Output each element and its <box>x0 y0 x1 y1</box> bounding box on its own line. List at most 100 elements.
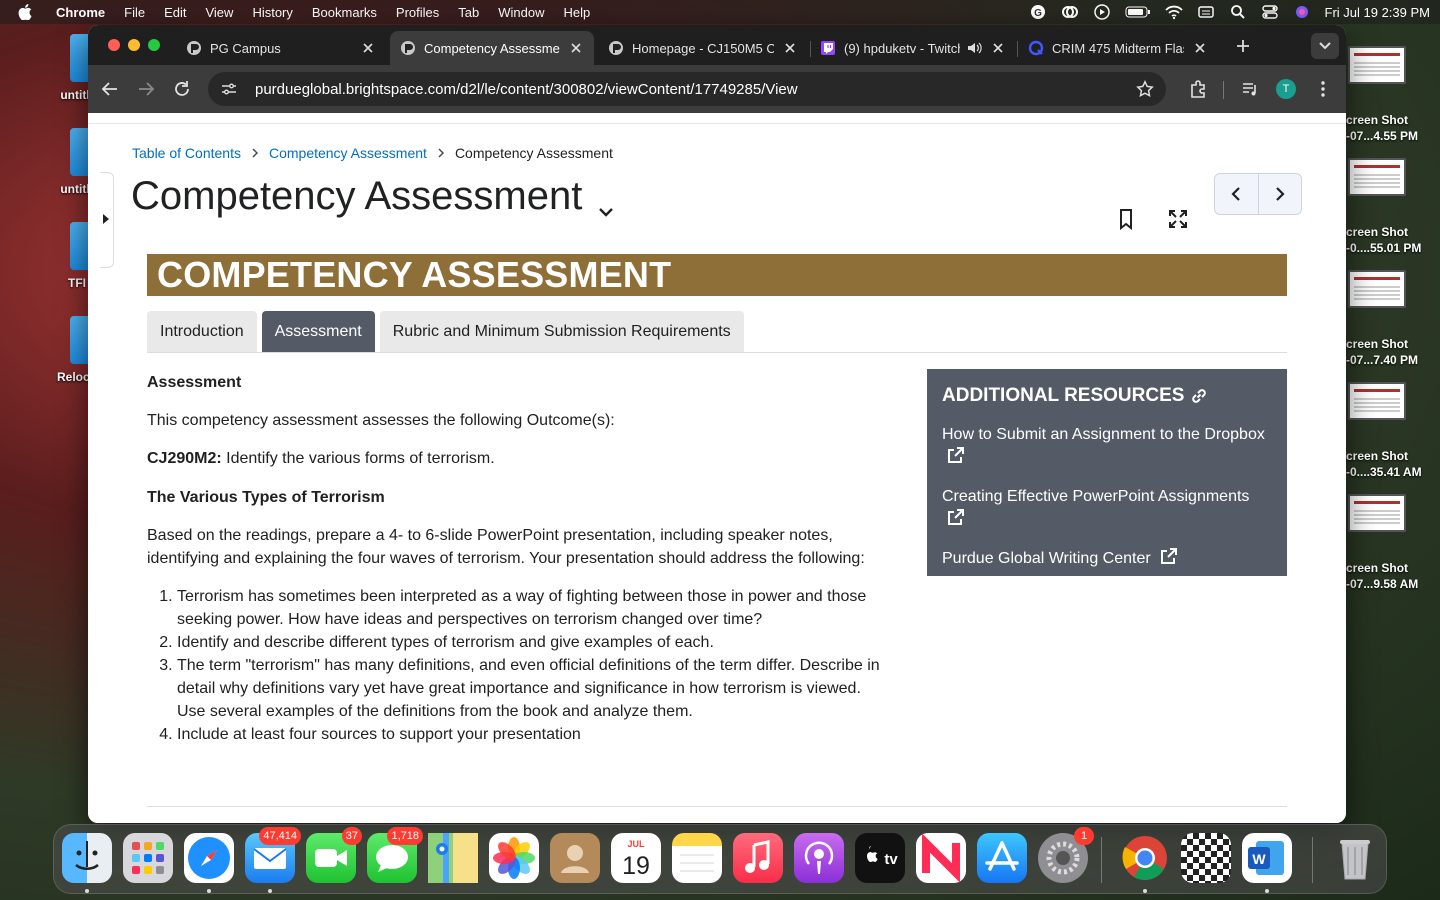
kebab-menu-icon[interactable] <box>1313 79 1333 99</box>
desktop-screenshot-file[interactable]: creen Shot -07...9.58 AM <box>1346 494 1440 592</box>
browser-tab-homepage[interactable]: Homepage - CJ150M5 C <box>598 31 808 65</box>
trash-icon[interactable] <box>1330 833 1380 883</box>
quizlet-favicon-icon <box>1028 40 1044 56</box>
close-tab-icon[interactable] <box>360 40 376 56</box>
play-icon[interactable] <box>1093 4 1111 20</box>
music-icon[interactable] <box>733 833 783 883</box>
minimize-window-button[interactable] <box>128 39 140 51</box>
menu-window[interactable]: Window <box>498 5 544 20</box>
wifi-icon[interactable] <box>1164 4 1183 20</box>
external-link-icon <box>1159 548 1178 565</box>
menu-history[interactable]: History <box>252 5 292 20</box>
news-icon[interactable] <box>916 833 966 883</box>
finder-icon[interactable] <box>62 833 112 883</box>
topic-pager <box>1214 173 1302 215</box>
browser-tab-crim-475[interactable]: CRIM 475 Midterm Flash <box>1018 31 1218 65</box>
menu-file[interactable]: File <box>124 5 145 20</box>
apple-icon[interactable] <box>18 4 32 20</box>
calendar-icon[interactable]: JUL 19 <box>611 833 661 883</box>
chevron-left-icon <box>1231 187 1241 201</box>
bookmark-star-icon[interactable] <box>1136 80 1154 98</box>
browser-tab-competency-assessment[interactable]: Competency Assessmen <box>390 31 594 65</box>
address-bar[interactable]: purdueglobal.brightspace.com/d2l/le/cont… <box>208 72 1166 106</box>
app-store-icon[interactable] <box>977 833 1027 883</box>
breadcrumb-competency-assessment[interactable]: Competency Assessment <box>269 145 427 161</box>
close-tab-icon[interactable] <box>1192 40 1208 56</box>
microsoft-word-icon[interactable]: W <box>1242 833 1292 883</box>
desktop-screenshot-file[interactable]: creen Shot -07...4.55 PM <box>1346 46 1440 144</box>
menubar-clock[interactable]: Fri Jul 19 2:39 PM <box>1325 5 1431 20</box>
site-info-icon[interactable] <box>220 80 238 98</box>
chess-icon[interactable] <box>1181 833 1231 883</box>
resource-link-powerpoint[interactable]: Creating Effective PowerPoint Assignment… <box>942 485 1272 531</box>
media-controls-icon[interactable] <box>1240 79 1260 99</box>
facetime-icon[interactable]: 37 <box>306 827 362 883</box>
desktop-screenshot-file[interactable]: creen Shot -0....35.41 AM <box>1346 382 1440 480</box>
content-subheading: The Various Types of Terrorism <box>147 489 385 506</box>
keyboard-input-icon[interactable] <box>1197 4 1215 20</box>
tab-assessment[interactable]: Assessment <box>261 311 375 352</box>
tab-introduction[interactable]: Introduction <box>147 311 257 352</box>
profile-avatar[interactable]: T <box>1276 79 1296 99</box>
control-center-icon[interactable] <box>1261 4 1279 20</box>
forward-arrow-icon[interactable] <box>136 79 156 99</box>
messages-icon[interactable]: 1,718 <box>367 827 423 883</box>
chevron-down-icon[interactable] <box>596 187 616 217</box>
menu-help[interactable]: Help <box>564 5 591 20</box>
menu-bookmarks[interactable]: Bookmarks <box>312 5 377 20</box>
resource-link-dropbox[interactable]: How to Submit an Assignment to the Dropb… <box>942 423 1272 469</box>
close-tab-icon[interactable] <box>568 40 584 56</box>
maps-icon[interactable] <box>428 833 478 883</box>
url-text[interactable]: purdueglobal.brightspace.com/d2l/le/cont… <box>255 81 798 98</box>
browser-tab-twitch[interactable]: (9) hpduketv - Twitch <box>810 31 1016 65</box>
photos-icon[interactable] <box>489 833 539 883</box>
desktop-screenshot-file[interactable]: creen Shot -07...7.40 PM <box>1346 270 1440 368</box>
close-tab-icon[interactable] <box>990 40 1006 56</box>
menu-edit[interactable]: Edit <box>164 5 186 20</box>
desktop-screenshot-file[interactable]: creen Shot -0....55.01 PM <box>1346 158 1440 256</box>
fullscreen-expand-icon[interactable] <box>1166 207 1190 231</box>
toc-panel-toggle[interactable] <box>100 172 114 268</box>
siri-icon[interactable] <box>1293 4 1311 20</box>
tab-audio-playing-icon[interactable] <box>966 41 982 55</box>
tab-strip: PG Campus Competency Assessmen Homepage … <box>88 25 1346 65</box>
resource-link-writing-center[interactable]: Purdue Global Writing Center <box>942 547 1272 570</box>
dock-separator <box>1312 837 1313 883</box>
close-window-button[interactable] <box>108 39 120 51</box>
zoom-window-button[interactable] <box>148 39 160 51</box>
battery-icon[interactable] <box>1125 4 1151 20</box>
notes-icon[interactable] <box>672 833 722 883</box>
browser-tab-pg-campus[interactable]: PG Campus <box>176 31 386 65</box>
toolbar-separator <box>1223 81 1224 99</box>
back-arrow-icon[interactable] <box>100 79 120 99</box>
tab-rubric[interactable]: Rubric and Minimum Submission Requiremen… <box>379 311 744 352</box>
extensions-puzzle-icon[interactable] <box>1188 79 1208 99</box>
next-topic-button[interactable] <box>1257 174 1302 214</box>
close-tab-icon[interactable] <box>782 40 798 56</box>
new-tab-plus-icon[interactable] <box>1234 37 1252 55</box>
menu-view[interactable]: View <box>205 5 233 20</box>
bookmark-icon[interactable] <box>1114 207 1138 231</box>
macos-dock: 47,414 37 1,718 JUL 19 tv 1 W <box>53 824 1387 894</box>
creative-cloud-icon[interactable] <box>1061 4 1079 20</box>
mail-icon[interactable]: 47,414 <box>245 827 301 883</box>
system-settings-icon[interactable]: 1 <box>1038 827 1094 883</box>
safari-icon[interactable] <box>184 833 234 883</box>
breadcrumb-table-of-contents[interactable]: Table of Contents <box>132 145 241 161</box>
menu-profiles[interactable]: Profiles <box>396 5 439 20</box>
menu-tab[interactable]: Tab <box>458 5 479 20</box>
previous-topic-button[interactable] <box>1215 174 1258 214</box>
podcasts-icon[interactable] <box>794 833 844 883</box>
chrome-icon[interactable] <box>1120 833 1170 883</box>
apple-tv-icon[interactable]: tv <box>855 833 905 883</box>
spotlight-search-icon[interactable] <box>1229 4 1247 20</box>
menu-app-name[interactable]: Chrome <box>56 5 105 20</box>
contacts-icon[interactable] <box>550 833 600 883</box>
purdue-favicon-icon <box>186 40 202 56</box>
resources-title: ADDITIONAL RESOURCES <box>942 385 1272 407</box>
tab-search-button[interactable] <box>1311 33 1339 59</box>
reload-icon[interactable] <box>172 79 192 99</box>
grammarly-icon[interactable]: G <box>1029 4 1047 20</box>
outcome-line: CJ290M2: Identify the various forms of t… <box>147 447 892 470</box>
launchpad-icon[interactable] <box>123 833 173 883</box>
